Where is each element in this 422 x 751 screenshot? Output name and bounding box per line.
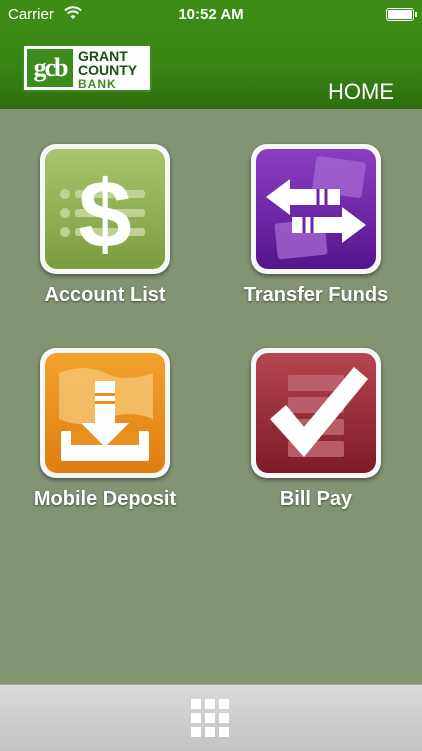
page-title: HOME [328,79,394,104]
tile-label-bill-pay: Bill Pay [279,488,353,510]
account-list-button[interactable]: $ [40,144,170,274]
svg-text:$: $ [78,161,131,268]
tile-label-account-list: Account List [44,284,166,306]
transfer-arrows-icon [266,156,366,260]
logo-line-1: GRANT [78,48,128,64]
logo-mark: gcb [27,49,73,87]
battery-icon [386,8,417,21]
app-header: Carrier 10:52 AM gcb GRANT COUNTY BANK H… [0,0,422,109]
bottom-toolbar [0,684,422,751]
tile-label-mobile-deposit: Mobile Deposit [33,488,177,510]
bank-logo: gcb GRANT COUNTY BANK [22,44,152,92]
bill-pay-button[interactable] [251,348,381,478]
checkmark-icon [270,367,368,457]
mobile-deposit-button[interactable] [40,348,170,478]
logo-line-2: COUNTY [78,62,138,78]
logo-line-3: BANK [78,77,117,91]
status-time: 10:52 AM [178,6,244,23]
tile-label-transfer-funds: Transfer Funds [243,284,389,306]
transfer-funds-button[interactable] [251,144,381,274]
deposit-download-icon [59,368,153,461]
status-bar: Carrier 10:52 AM [0,0,422,30]
dollar-list-icon: $ [60,161,145,268]
grid-menu-icon[interactable] [191,699,229,737]
